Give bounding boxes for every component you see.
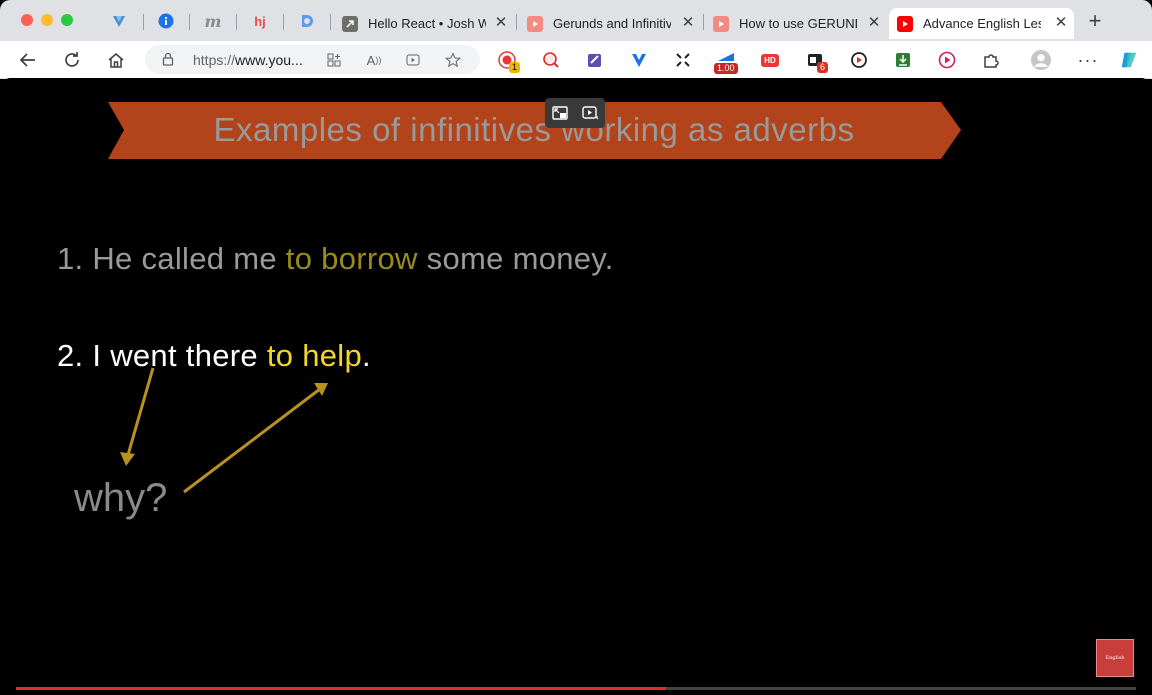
address-bar[interactable]: https://www.you... A)) (145, 45, 480, 74)
youtube-icon (527, 15, 543, 32)
close-window-button[interactable] (21, 14, 33, 26)
speed-extension-icon[interactable]: 1.00 (714, 50, 738, 74)
video-player[interactable]: Examples of infinitives working as adver… (4, 78, 1148, 691)
why-label: why? (74, 476, 168, 520)
info-icon[interactable] (156, 11, 176, 31)
example-sentence-2: 2. I went there to help. (57, 338, 371, 373)
media-icon[interactable] (404, 51, 422, 69)
hd-extension-icon[interactable]: HD (760, 50, 780, 70)
lesson-title: Examples of infinitives working as adver… (213, 111, 855, 148)
minimize-window-button[interactable] (41, 14, 53, 26)
tab-separator (283, 14, 284, 30)
tab-title: Gerunds and Infinitive (553, 16, 671, 31)
picture-in-picture-icon[interactable] (550, 103, 570, 123)
youtube-tool-icon[interactable] (849, 50, 869, 70)
youtube-icon (897, 15, 913, 32)
progress-played (16, 687, 666, 690)
tab-hello-react[interactable]: Hello React • Josh W ✕ (334, 8, 514, 39)
youtube-icon (713, 15, 729, 32)
search-extension-icon[interactable] (541, 50, 561, 70)
record-extension-icon[interactable]: 1 (497, 50, 521, 73)
back-button[interactable] (17, 49, 39, 71)
new-tab-button[interactable]: + (1085, 10, 1105, 32)
tab-separator (516, 14, 517, 30)
vivaldi-icon[interactable] (109, 11, 129, 31)
toolbar: https://www.you... A)) 1 1.00 HD 6 ··· (0, 41, 1152, 79)
more-menu-icon[interactable]: ··· (1078, 50, 1098, 70)
tab-separator (236, 14, 237, 30)
close-icon[interactable]: ✕ (681, 15, 695, 30)
player-extension-icon[interactable] (937, 50, 957, 70)
badge: 1 (509, 62, 521, 73)
vpn-extension-icon[interactable] (629, 50, 649, 70)
tab-separator (143, 14, 144, 30)
home-button[interactable] (105, 49, 127, 71)
browser-window: m hj Hello React • Josh W ✕ Gerunds and … (0, 0, 1152, 695)
tab-separator (189, 14, 190, 30)
tab-title: Advance English Lesso (923, 16, 1041, 31)
video-enhance-icon[interactable] (580, 103, 600, 123)
close-icon[interactable]: ✕ (1054, 15, 1068, 30)
copilot-icon[interactable] (1119, 50, 1139, 70)
tab-gerunds-infinitives[interactable]: Gerunds and Infinitive ✕ (519, 8, 701, 39)
profile-avatar-icon[interactable] (1031, 50, 1051, 70)
favorite-star-icon[interactable] (444, 51, 462, 69)
tab-title: How to use GERUNDS (739, 16, 857, 31)
reload-button[interactable] (61, 49, 83, 71)
speed-badge: 1.00 (714, 63, 738, 74)
tab-how-to-use-gerunds[interactable]: How to use GERUNDS ✕ (705, 8, 887, 39)
close-icon[interactable]: ✕ (867, 15, 881, 30)
close-icon[interactable]: ✕ (494, 15, 508, 30)
tab-strip: m hj Hello React • Josh W ✕ Gerunds and … (0, 0, 1152, 41)
badge: 6 (817, 62, 829, 73)
apps-icon[interactable] (325, 51, 343, 69)
annotation-arrows (120, 367, 328, 494)
video-progress-bar[interactable] (16, 687, 1136, 690)
read-aloud-icon[interactable]: A)) (365, 51, 383, 69)
shrink-extension-icon[interactable] (673, 50, 693, 70)
puzzle-icon[interactable] (981, 50, 1001, 70)
video-overlay-controls (545, 98, 605, 128)
tab-advance-english-lesson[interactable]: Advance English Lesso ✕ (889, 8, 1074, 39)
tab-separator (330, 14, 331, 30)
example-sentence-1: 1. He called me to borrow some money. (57, 241, 614, 276)
d-icon[interactable] (297, 11, 317, 31)
tab-separator (703, 14, 704, 30)
m-icon[interactable]: m (203, 11, 223, 31)
edit-extension-icon[interactable] (585, 50, 605, 70)
channel-logo[interactable]: English (1096, 639, 1134, 677)
url-text[interactable]: https://www.you... (193, 52, 303, 68)
hj-icon[interactable]: hj (250, 11, 270, 31)
notes-extension-icon[interactable]: 6 (805, 50, 829, 73)
arrow-icon (342, 15, 358, 32)
tab-title: Hello React • Josh W (368, 16, 486, 31)
zoom-window-button[interactable] (61, 14, 73, 26)
download-extension-icon[interactable] (893, 50, 913, 70)
lock-icon[interactable] (161, 52, 175, 66)
